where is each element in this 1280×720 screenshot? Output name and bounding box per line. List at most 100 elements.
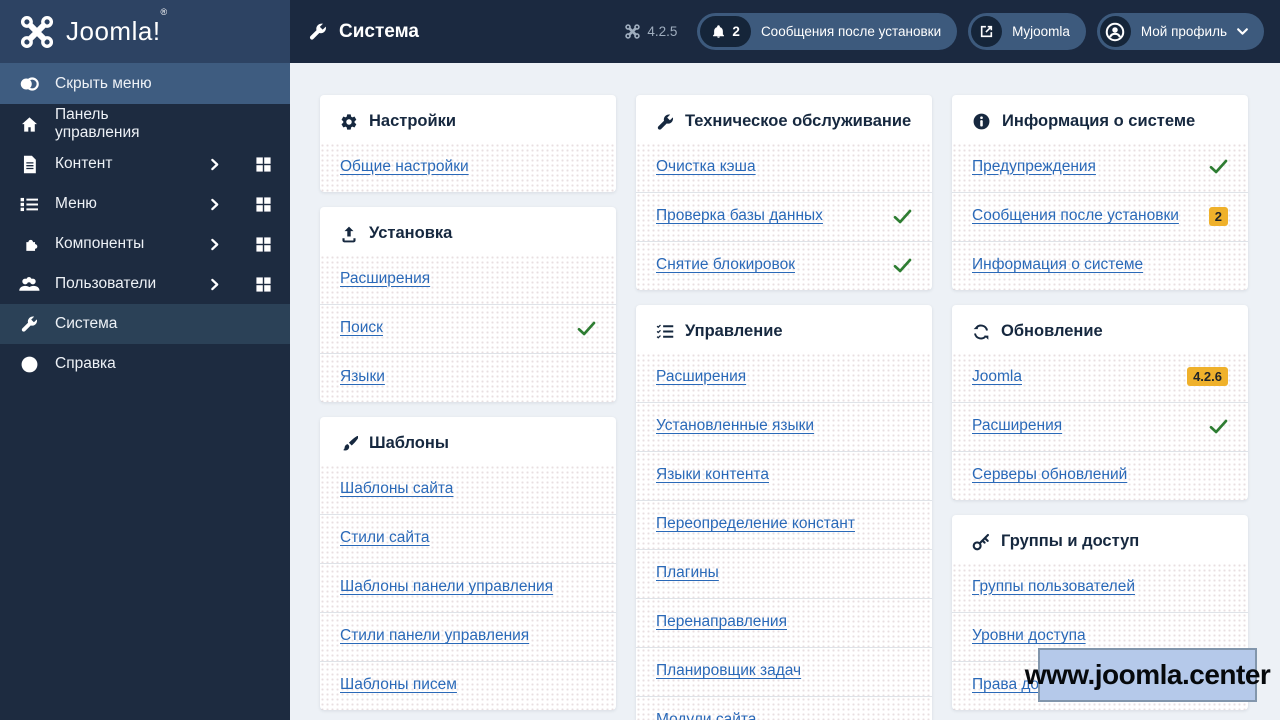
sidebar-quicktask-grid-icon[interactable] xyxy=(255,156,272,173)
list-item: Общие настройки xyxy=(320,143,616,192)
list-item: Проверка базы данных xyxy=(636,192,932,241)
card-link[interactable]: Расширения xyxy=(340,270,430,288)
sidebar-item-hide-menu[interactable]: Скрыть меню xyxy=(0,63,290,104)
card-link[interactable]: Уровни доступа xyxy=(972,627,1086,645)
list-item: Стили панели управления xyxy=(320,612,616,661)
card-link[interactable]: Языки контента xyxy=(656,466,769,484)
card-title: Техническое обслуживание xyxy=(685,112,912,130)
sidebar-quicktask-grid-icon[interactable] xyxy=(255,196,272,213)
sidebar-item-components[interactable]: Компоненты xyxy=(0,224,290,264)
card-header: Установка xyxy=(320,207,616,255)
users-icon xyxy=(18,275,40,293)
card-link[interactable]: Языки xyxy=(340,368,385,386)
sidebar-item-label: Пользователи xyxy=(55,275,157,292)
info-icon xyxy=(18,355,40,374)
list-item: Языки контента xyxy=(636,451,932,500)
card-link[interactable]: Установленные языки xyxy=(656,417,814,435)
card-link[interactable]: Перенаправления xyxy=(656,613,787,631)
card-link[interactable]: Информация о системе xyxy=(972,256,1143,274)
card-header: Информация о системе xyxy=(952,95,1248,143)
card-link[interactable]: Шаблоны писем xyxy=(340,676,457,694)
toggle-menu-icon xyxy=(18,73,40,95)
sidebar-item-menus[interactable]: Меню xyxy=(0,184,290,224)
card-link[interactable]: Плагины xyxy=(656,564,719,582)
card-link[interactable]: Расширения xyxy=(656,368,746,386)
count-badge: 4.2.6 xyxy=(1187,367,1228,386)
sidebar-item-help[interactable]: Справка xyxy=(0,344,290,384)
list-item: Установленные языки xyxy=(636,402,932,451)
sidebar-item-content[interactable]: Контент xyxy=(0,144,290,184)
profile-menu-button[interactable]: Мой профиль xyxy=(1096,13,1264,50)
sidebar-item-label: Система xyxy=(55,315,118,332)
card-link[interactable]: Шаблоны сайта xyxy=(340,480,453,498)
card-install: Установка Расширения Поиск Языки xyxy=(320,207,616,402)
card-maintenance: Техническое обслуживание Очистка кэша Пров… xyxy=(636,95,932,290)
myjoomla-button-label: Myjoomla xyxy=(1012,24,1070,39)
sidebar-quicktask-grid-icon[interactable] xyxy=(255,276,272,293)
chevron-right-icon xyxy=(208,277,221,292)
card-title: Установка xyxy=(369,224,453,242)
card-link[interactable]: Стили панели управления xyxy=(340,627,529,645)
messages-button-label: Сообщения после установки xyxy=(760,24,942,39)
card-link[interactable]: Модули сайта xyxy=(656,711,756,720)
sidebar-item-label: Панель управления xyxy=(55,106,140,141)
card-link[interactable]: Серверы обновлений xyxy=(972,466,1127,484)
card-header: Настройки xyxy=(320,95,616,143)
post-install-messages-button[interactable]: 2 Сообщения после установки xyxy=(697,13,958,50)
card-link[interactable]: Расширения xyxy=(972,417,1062,435)
list-check-icon xyxy=(656,323,674,340)
list-item: Группы пользователей xyxy=(952,563,1248,612)
card-header: Группы и доступ xyxy=(952,515,1248,563)
version-indicator: 4.2.5 xyxy=(625,24,677,39)
wrench-icon xyxy=(656,113,674,131)
card-link[interactable]: Группы пользователей xyxy=(972,578,1135,596)
card-header: Шаблоны xyxy=(320,417,616,465)
card-header: Обновление xyxy=(952,305,1248,353)
list-item: Расширения xyxy=(636,353,932,402)
version-text: 4.2.5 xyxy=(647,24,678,39)
card-title: Группы и доступ xyxy=(1001,532,1140,550)
page-title: Система xyxy=(308,21,419,43)
card-manage: Управление Расширения Установленные языки Я… xyxy=(636,305,932,720)
card-title: Информация о системе xyxy=(1002,112,1196,130)
card-link[interactable]: Joomla xyxy=(972,368,1022,386)
card-link[interactable]: Планировщик задач xyxy=(656,662,801,680)
list-item: Переопределение констант xyxy=(636,500,932,549)
check-icon xyxy=(1209,419,1228,434)
card-settings: Настройки Общие настройки xyxy=(320,95,616,192)
sidebar-item-users[interactable]: Пользователи xyxy=(0,264,290,304)
card-link[interactable]: Стили сайта xyxy=(340,529,430,547)
chevron-right-icon xyxy=(208,157,221,172)
list-item: Предупреждения xyxy=(952,143,1248,192)
list-item: Поиск xyxy=(320,304,616,353)
card-link[interactable]: Проверка базы данных xyxy=(656,207,823,225)
card-title: Шаблоны xyxy=(369,434,449,452)
list-item: Расширения xyxy=(952,402,1248,451)
card-link[interactable]: Сообщения после установки xyxy=(972,207,1179,225)
joomla-logo[interactable]: Joomla!® xyxy=(0,0,290,63)
sidebar-item-dashboard[interactable]: Панель управления xyxy=(0,104,290,144)
upload-icon xyxy=(340,225,358,243)
top-bar: Joomla!® Система 4.2.5 2 Сообщения после… xyxy=(0,0,1280,63)
brush-icon xyxy=(340,435,358,453)
list-item: Языки xyxy=(320,353,616,402)
card-templates: Шаблоны Шаблоны сайта Стили сайта Шаблоны п… xyxy=(320,417,616,710)
card-link[interactable]: Снятие блокировок xyxy=(656,256,795,274)
sidebar-item-system[interactable]: Система xyxy=(0,304,290,344)
card-link[interactable]: Поиск xyxy=(340,319,383,337)
card-link[interactable]: Общие настройки xyxy=(340,158,469,176)
sidebar-quicktask-grid-icon[interactable] xyxy=(255,236,272,253)
list-item: Сообщения после установки 2 xyxy=(952,192,1248,241)
card-link[interactable]: Очистка кэша xyxy=(656,158,756,176)
top-bar-main: Система 4.2.5 2 Сообщения после установк… xyxy=(290,0,1280,63)
chevron-right-icon xyxy=(208,197,221,212)
puzzle-icon xyxy=(18,235,40,254)
sidebar-item-label: Меню xyxy=(55,195,97,212)
card-link[interactable]: Переопределение констант xyxy=(656,515,855,533)
wrench-icon xyxy=(308,22,327,41)
myjoomla-button[interactable]: Myjoomla xyxy=(968,13,1086,50)
card-header: Управление xyxy=(636,305,932,353)
list-item: Серверы обновлений xyxy=(952,451,1248,500)
card-link[interactable]: Шаблоны панели управления xyxy=(340,578,553,596)
card-link[interactable]: Предупреждения xyxy=(972,158,1096,176)
